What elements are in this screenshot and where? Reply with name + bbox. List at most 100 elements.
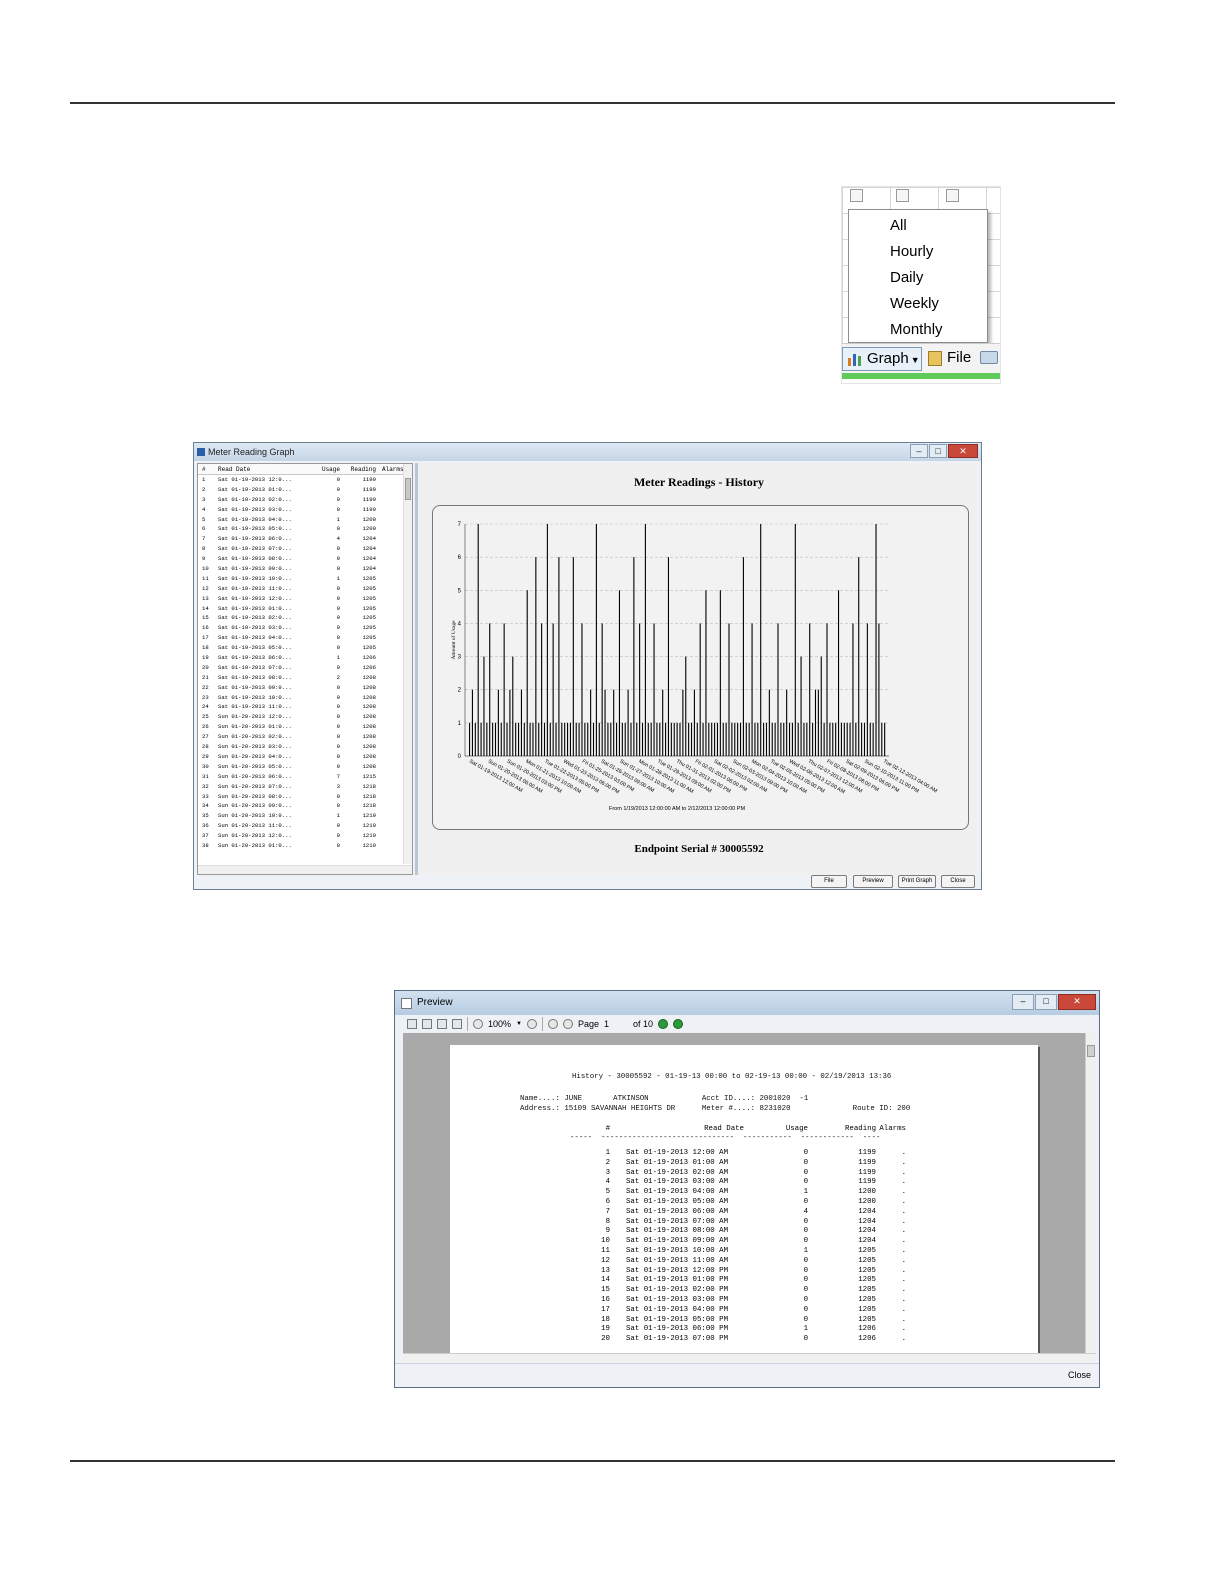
bar (728, 623, 730, 756)
zoom-level[interactable]: 100% (488, 1019, 511, 1029)
list-item[interactable]: 26 Sun 01-20-2013 01:0... 0 1208 (198, 722, 412, 732)
list-cell: 0 (336, 733, 340, 741)
list-item[interactable]: 21 Sat 01-19-2013 08:0... 2 1208 (198, 673, 412, 683)
zoom-in-icon[interactable] (526, 1019, 537, 1029)
list-cell: Sun 01-20-2013 01:0... (218, 841, 292, 849)
previous-page-icon[interactable] (562, 1019, 573, 1029)
close-button[interactable]: Close (941, 875, 975, 888)
list-item[interactable]: 14 Sat 01-19-2013 01:0... 0 1205 (198, 604, 412, 614)
list-cell: 1205 (362, 594, 376, 602)
vertical-scrollbar[interactable] (1085, 1033, 1096, 1353)
list-item[interactable]: 7 Sat 01-19-2013 06:0... 4 1204 (198, 534, 412, 544)
bar (549, 722, 551, 756)
graph-dropdown-button[interactable]: Graph ▼ (842, 347, 922, 371)
report-address-line: Address.: 15109 SAVANNAH HEIGHTS DR Mete… (520, 1105, 911, 1113)
file-button[interactable]: File (811, 875, 847, 888)
list-item[interactable]: 13 Sat 01-19-2013 12:0... 0 1205 (198, 594, 412, 604)
horizontal-scrollbar[interactable] (198, 865, 412, 874)
list-item[interactable]: 31 Sun 01-20-2013 06:0... 7 1215 (198, 772, 412, 782)
list-item[interactable]: 22 Sat 01-19-2013 09:0... 0 1208 (198, 683, 412, 693)
bar (630, 722, 632, 756)
list-item[interactable]: 29 Sun 01-20-2013 04:0... 0 1208 (198, 752, 412, 762)
list-item[interactable]: 34 Sun 01-20-2013 09:0... 0 1218 (198, 801, 412, 811)
scroll-thumb[interactable] (405, 478, 411, 500)
menu-item-hourly[interactable]: Hourly (849, 239, 987, 265)
list-item[interactable]: 2 Sat 01-19-2013 01:0... 0 1199 (198, 485, 412, 495)
list-item[interactable]: 37 Sun 01-20-2013 12:0... 0 1219 (198, 831, 412, 841)
close-button[interactable]: ✕ (1058, 994, 1096, 1010)
list-item[interactable]: 32 Sun 01-20-2013 07:0... 3 1218 (198, 782, 412, 792)
checkbox[interactable] (946, 189, 959, 202)
page-number-input[interactable]: 1 (604, 1019, 628, 1029)
list-item[interactable]: 18 Sat 01-19-2013 05:0... 0 1205 (198, 643, 412, 653)
bar (567, 722, 569, 756)
column-header-reading[interactable]: Reading (340, 464, 376, 474)
list-item[interactable]: 16 Sat 01-19-2013 03:0... 0 1205 (198, 623, 412, 633)
printer-icon[interactable] (980, 351, 998, 364)
maximize-button[interactable]: □ (1035, 994, 1057, 1010)
menu-item-monthly[interactable]: Monthly (849, 317, 987, 343)
scroll-thumb[interactable] (1087, 1045, 1095, 1057)
checkbox[interactable] (896, 189, 909, 202)
open-icon[interactable] (407, 1019, 417, 1029)
list-item[interactable]: 33 Sun 01-20-2013 08:0... 0 1218 (198, 792, 412, 802)
close-button[interactable]: ✕ (948, 444, 978, 458)
close-button[interactable]: Close (1068, 1370, 1091, 1380)
list-item[interactable]: 20 Sat 01-19-2013 07:0... 0 1206 (198, 663, 412, 673)
zoom-out-icon[interactable] (473, 1019, 483, 1029)
list-item[interactable]: 10 Sat 01-19-2013 09:0... 0 1204 (198, 564, 412, 574)
list-item[interactable]: 35 Sun 01-20-2013 10:0... 1 1219 (198, 811, 412, 821)
column-header-number[interactable]: # (202, 464, 218, 474)
page-icon[interactable] (437, 1019, 447, 1029)
file-button[interactable]: File (926, 347, 971, 371)
list-item[interactable]: 11 Sat 01-19-2013 10:0... 1 1205 (198, 574, 412, 584)
preview-button[interactable]: Preview (853, 875, 893, 888)
list-item[interactable]: 19 Sat 01-19-2013 06:0... 1 1206 (198, 653, 412, 663)
list-item[interactable]: 27 Sun 01-20-2013 02:0... 0 1208 (198, 732, 412, 742)
list-item[interactable]: 25 Sun 01-20-2013 12:0... 0 1208 (198, 712, 412, 722)
readings-list[interactable]: # Read Date Usage Reading Alarms 1 Sat 01… (197, 463, 413, 875)
list-item[interactable]: 8 Sat 01-19-2013 07:0... 0 1204 (198, 544, 412, 554)
list-item[interactable]: 9 Sat 01-19-2013 08:0... 0 1204 (198, 554, 412, 564)
list-item[interactable]: 28 Sun 01-20-2013 03:0... 0 1208 (198, 742, 412, 752)
minimize-button[interactable]: – (1012, 994, 1034, 1010)
bar (685, 656, 687, 756)
minimize-button[interactable]: – (910, 444, 928, 458)
list-item[interactable]: 4 Sat 01-19-2013 03:0... 0 1199 (198, 505, 412, 515)
table-cell: . (901, 1149, 906, 1157)
save-icon[interactable] (422, 1019, 432, 1029)
chevron-down-icon[interactable]: ▼ (516, 1021, 522, 1027)
list-item[interactable]: 38 Sun 01-20-2013 01:0... 0 1219 (198, 841, 412, 851)
list-item[interactable]: 17 Sat 01-19-2013 04:0... 0 1205 (198, 633, 412, 643)
list-item[interactable]: 5 Sat 01-19-2013 04:0... 1 1200 (198, 515, 412, 525)
menu-item-weekly[interactable]: Weekly (849, 291, 987, 317)
vertical-scrollbar[interactable] (403, 464, 412, 864)
list-cell: 0 (336, 703, 340, 711)
list-item[interactable]: 15 Sat 01-19-2013 02:0... 0 1205 (198, 613, 412, 623)
list-cell: 0 (336, 822, 340, 830)
list-item[interactable]: 24 Sat 01-19-2013 11:0... 0 1208 (198, 702, 412, 712)
last-page-icon[interactable] (673, 1019, 684, 1029)
list-item[interactable]: 23 Sat 01-19-2013 10:0... 0 1208 (198, 693, 412, 703)
column-header-read-date[interactable]: Read Date (218, 464, 310, 474)
list-item[interactable]: 12 Sat 01-19-2013 11:0... 0 1205 (198, 584, 412, 594)
print-graph-button[interactable]: Print Graph (898, 875, 936, 888)
table-cell: 1199 (858, 1149, 876, 1157)
bar (621, 722, 623, 756)
menu-item-all[interactable]: All (849, 213, 987, 239)
maximize-button[interactable]: □ (929, 444, 947, 458)
first-page-icon[interactable] (547, 1019, 558, 1029)
list-item[interactable]: 3 Sat 01-19-2013 02:0... 0 1199 (198, 495, 412, 505)
list-item[interactable]: 6 Sat 01-19-2013 05:0... 0 1200 (198, 524, 412, 534)
horizontal-scrollbar[interactable] (403, 1353, 1096, 1363)
list-item[interactable]: 1 Sat 01-19-2013 12:0... 0 1199 (198, 475, 412, 485)
menu-item-daily[interactable]: Daily (849, 265, 987, 291)
column-header-alarms[interactable]: Alarms (376, 464, 406, 474)
checkbox[interactable] (850, 189, 863, 202)
column-header-usage[interactable]: Usage (310, 464, 340, 474)
printer-icon[interactable] (452, 1019, 462, 1029)
next-page-icon[interactable] (658, 1019, 669, 1029)
list-cell: 0 (336, 565, 340, 573)
list-item[interactable]: 30 Sun 01-20-2013 05:0... 0 1208 (198, 762, 412, 772)
list-item[interactable]: 36 Sun 01-20-2013 11:0... 0 1219 (198, 821, 412, 831)
